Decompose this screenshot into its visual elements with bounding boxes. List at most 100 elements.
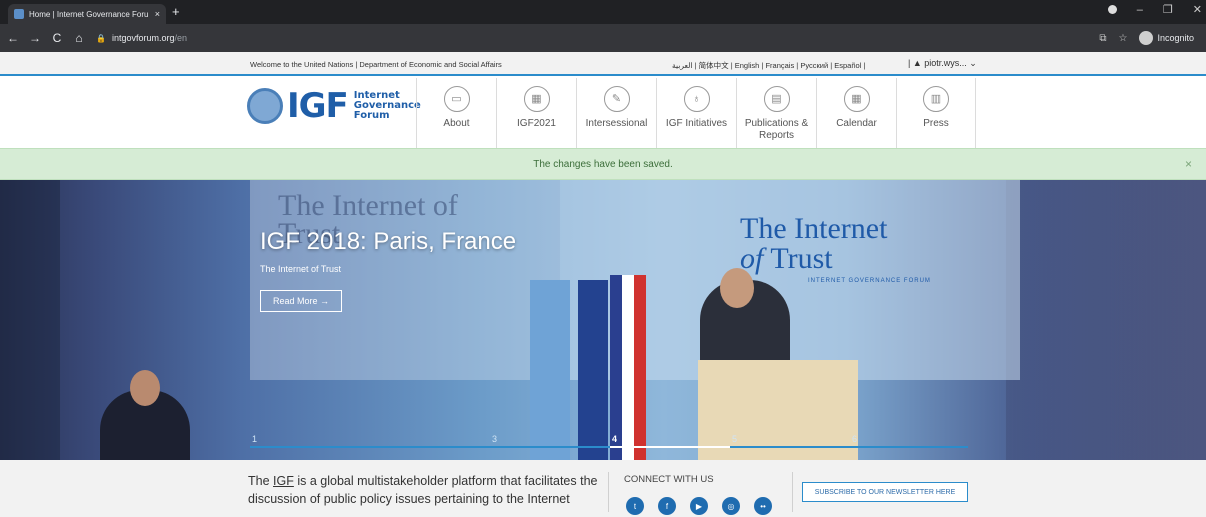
nav-press[interactable]: ▥ Press — [896, 78, 976, 148]
slide-bar — [730, 446, 850, 448]
nav-label: Intersessional — [585, 118, 648, 129]
slide-bar — [610, 446, 730, 448]
home-button[interactable]: ⌂ — [70, 31, 88, 45]
calendar-icon: ▦ — [843, 86, 870, 112]
instagram-icon[interactable]: ◎ — [722, 497, 740, 515]
hero-bg-left — [0, 180, 60, 460]
translate-icon[interactable]: ⧉ — [1099, 33, 1106, 44]
slide-bar — [850, 446, 968, 448]
nav-intersessional[interactable]: ✎ Intersessional — [576, 78, 656, 148]
divider — [608, 472, 609, 512]
about-icon: ▭ — [443, 86, 470, 112]
pen-icon: ✎ — [603, 86, 630, 112]
nav-label: Publications & Reports — [744, 118, 809, 141]
bookmark-star-icon[interactable]: ☆ — [1119, 33, 1128, 44]
twitter-icon[interactable]: t — [626, 497, 644, 515]
url-field[interactable]: 🔒 intgovforum.org /en — [96, 28, 1099, 48]
un-emblem-icon — [247, 88, 283, 124]
igf-link[interactable]: IGF — [273, 474, 294, 488]
user-menu[interactable]: | ▲ piotr.wys... ⌄ — [908, 58, 977, 69]
slide-indicator-6[interactable]: 6 — [850, 434, 968, 450]
nav-calendar[interactable]: ▦ Calendar — [816, 78, 896, 148]
incognito-icon — [1139, 31, 1154, 45]
calendar-year-icon: ▦ — [523, 86, 550, 112]
language-switcher[interactable]: العربية | 简体中文 | English | Français | Ру… — [672, 60, 865, 71]
tab-title: Home | Internet Governance Foru — [29, 9, 149, 19]
alert-close-button[interactable]: × — [1185, 157, 1192, 171]
logo-letters: IGF — [287, 86, 349, 126]
new-tab-button[interactable]: + — [172, 4, 180, 20]
nav-about[interactable]: ▭ About — [416, 78, 496, 148]
slide-bar — [490, 446, 610, 448]
document-icon: ▤ — [763, 86, 790, 112]
slide-bar — [370, 446, 490, 448]
maximize-button[interactable]: ❐ — [1163, 3, 1173, 16]
url-domain: intgovforum.org — [111, 33, 175, 43]
slide-indicator-2[interactable]: 2 — [370, 434, 490, 450]
browser-tab-bar: Home | Internet Governance Foru × + – ❐ … — [0, 0, 1206, 24]
nav-label: Calendar — [836, 118, 877, 129]
forward-button[interactable]: → — [26, 31, 44, 45]
incognito-indicator[interactable]: Incognito — [1139, 31, 1194, 45]
divider — [792, 472, 793, 512]
incognito-label: Incognito — [1157, 33, 1194, 43]
lock-icon: 🔒 — [96, 33, 106, 43]
about-text-post: is a global multistakeholder platform th… — [248, 474, 598, 506]
nav-label: About — [443, 118, 470, 129]
carousel-indicators: 1 2 3 4 5 6 — [250, 434, 968, 450]
utility-bar: Welcome to the United Nations | Departme… — [0, 52, 1206, 76]
slide-number: 2 — [372, 434, 377, 444]
slide-indicator-1[interactable]: 1 — [250, 434, 370, 450]
close-window-button[interactable]: ✕ — [1193, 3, 1202, 16]
nav-igf2021[interactable]: ▦ IGF2021 — [496, 78, 576, 148]
slide-number: 1 — [252, 434, 258, 444]
flickr-icon[interactable]: •• — [754, 497, 772, 515]
slide-number: 6 — [852, 434, 858, 444]
nav-igf-initiatives[interactable]: ♁ IGF Initiatives — [656, 78, 736, 148]
main-nav: ▭ About ▦ IGF2021 ✎ Intersessional ♁ IGF… — [416, 78, 976, 148]
window-controls: – ❐ ✕ — [1107, 3, 1202, 16]
intro-strip: The IGF is a global multistakeholder pla… — [0, 460, 1206, 517]
nav-label: Press — [923, 118, 949, 129]
slide-number: 5 — [732, 434, 738, 444]
hero-bg-right — [1006, 180, 1206, 460]
social-links: t f ▶ ◎ •• — [626, 497, 772, 515]
toolbar-right: ⧉ ☆ Incognito — [1099, 31, 1194, 45]
hero-title: IGF 2018: Paris, France — [260, 228, 517, 255]
screen-text-line1: The Internet — [740, 212, 888, 245]
slide-bar — [250, 446, 370, 448]
un-welcome-link[interactable]: Welcome to the United Nations | Departme… — [250, 60, 502, 69]
seated-person-head — [130, 370, 160, 406]
nav-publications[interactable]: ▤ Publications & Reports — [736, 78, 816, 148]
read-more-button[interactable]: Read More → — [260, 290, 342, 312]
about-text-pre: The — [248, 474, 274, 488]
lightbulb-icon: ♁ — [683, 86, 710, 112]
slide-indicator-3[interactable]: 3 — [490, 434, 610, 450]
minimize-button[interactable]: – — [1137, 4, 1143, 16]
nav-label: IGF Initiatives — [665, 118, 728, 129]
france-flag — [610, 275, 646, 460]
address-bar: ← → C ⌂ 🔒 intgovforum.org /en ⧉ ☆ Incogn… — [0, 24, 1206, 52]
url-path: /en — [174, 33, 188, 43]
back-button[interactable]: ← — [4, 31, 22, 45]
status-alert: The changes have been saved. × — [0, 148, 1206, 180]
browser-tab[interactable]: Home | Internet Governance Foru × — [8, 4, 166, 24]
slide-number: 3 — [492, 434, 498, 444]
hero-subtitle: The Internet of Trust — [260, 264, 342, 274]
hero-carousel: The Internet of Trust The Internet of Tr… — [0, 180, 1206, 460]
tab-close-button[interactable]: × — [155, 9, 160, 19]
favicon-icon — [14, 9, 24, 19]
slide-indicator-5[interactable]: 5 — [730, 434, 850, 450]
newsletter-button[interactable]: SUBSCRIBE TO OUR NEWSLETTER HERE — [802, 482, 968, 502]
profile-dot-icon[interactable] — [1107, 5, 1117, 14]
facebook-icon[interactable]: f — [658, 497, 676, 515]
connect-heading: CONNECT WITH US — [624, 474, 714, 485]
igf-logo[interactable]: IGF Internet Governance Forum — [247, 86, 421, 126]
youtube-icon[interactable]: ▶ — [690, 497, 708, 515]
screen-text-trust: Trust — [770, 242, 833, 275]
site-header: IGF Internet Governance Forum ▭ About ▦ … — [0, 78, 1206, 148]
logo-word-3: Forum — [353, 110, 390, 121]
slide-indicator-4[interactable]: 4 — [610, 434, 730, 450]
reload-button[interactable]: C — [48, 31, 66, 45]
logo-words: Internet Governance Forum — [354, 91, 421, 121]
